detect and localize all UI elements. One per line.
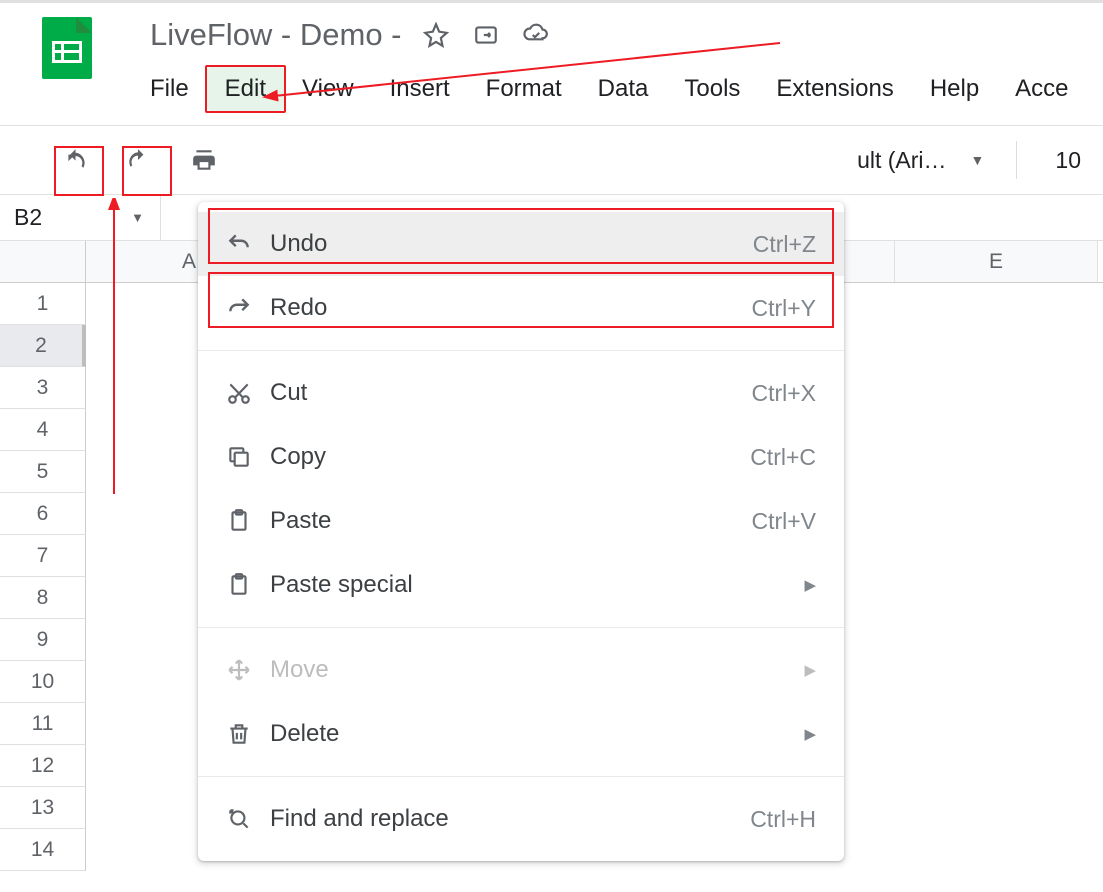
row-header[interactable]: 10 — [0, 661, 86, 703]
row-header[interactable]: 3 — [0, 367, 86, 409]
menu-item-shortcut: Ctrl+C — [750, 444, 816, 471]
delete-icon — [226, 721, 270, 747]
menu-item-copy[interactable]: Copy Ctrl+C — [198, 425, 844, 489]
submenu-arrow-icon: ▶ — [804, 661, 816, 679]
name-box[interactable]: B2 ▼ — [0, 204, 160, 231]
menu-separator — [198, 627, 844, 628]
row-header[interactable]: 6 — [0, 493, 86, 535]
menu-item-shortcut: Ctrl+H — [750, 806, 816, 833]
column-header[interactable]: E — [895, 241, 1098, 282]
menu-edit-label: Edit — [225, 75, 266, 102]
row-header[interactable]: 5 — [0, 451, 86, 493]
menu-accessibility[interactable]: Acce — [997, 67, 1086, 111]
move-icon — [226, 657, 270, 683]
row-header[interactable]: 14 — [0, 829, 86, 871]
menu-help[interactable]: Help — [912, 67, 997, 111]
paste-icon — [226, 508, 270, 534]
sheets-app-icon[interactable] — [42, 17, 92, 79]
select-all-corner[interactable] — [0, 241, 86, 283]
row-header[interactable]: 11 — [0, 703, 86, 745]
row-header[interactable]: 4 — [0, 409, 86, 451]
cut-icon — [226, 380, 270, 406]
submenu-arrow-icon: ▶ — [804, 576, 816, 594]
star-icon[interactable] — [420, 19, 452, 51]
menu-item-shortcut: Ctrl+Y — [751, 295, 816, 322]
redo-icon — [226, 295, 270, 321]
chevron-down-icon[interactable]: ▼ — [957, 152, 999, 168]
menu-separator — [198, 350, 844, 351]
menu-view[interactable]: View — [284, 67, 372, 111]
menu-item-delete[interactable]: Delete ▶ — [198, 702, 844, 766]
move-folder-icon[interactable] — [470, 19, 502, 51]
submenu-arrow-icon: ▶ — [804, 725, 816, 743]
menu-item-redo[interactable]: Redo Ctrl+Y — [198, 276, 844, 340]
row-header[interactable]: 9 — [0, 619, 86, 661]
font-size-input[interactable]: 10 — [1035, 147, 1103, 174]
find-replace-icon — [226, 806, 270, 832]
menu-item-shortcut: Ctrl+V — [751, 508, 816, 535]
cloud-saved-icon[interactable] — [520, 19, 552, 51]
menu-item-move: Move ▶ — [198, 638, 844, 702]
row-header[interactable]: 8 — [0, 577, 86, 619]
row-headers: 1 2 3 4 5 6 7 8 9 10 11 12 13 14 — [0, 241, 86, 871]
menu-item-paste[interactable]: Paste Ctrl+V — [198, 489, 844, 553]
menu-item-label: Cut — [270, 379, 751, 407]
menu-item-shortcut: Ctrl+X — [751, 380, 816, 407]
row-header[interactable]: 13 — [0, 787, 86, 829]
chevron-down-icon[interactable]: ▼ — [131, 210, 144, 225]
row-header[interactable]: 1 — [0, 283, 86, 325]
menu-item-cut[interactable]: Cut Ctrl+X — [198, 361, 844, 425]
toolbar-divider — [1016, 141, 1017, 179]
undo-button[interactable] — [54, 138, 98, 182]
name-box-value: B2 — [14, 204, 42, 231]
menu-item-paste-special[interactable]: Paste special ▶ — [198, 553, 844, 617]
copy-icon — [226, 444, 270, 470]
menu-item-label: Delete — [270, 720, 804, 748]
menu-item-find-replace[interactable]: Find and replace Ctrl+H — [198, 787, 844, 851]
menu-item-label: Redo — [270, 294, 751, 322]
paste-special-icon — [226, 572, 270, 598]
divider — [160, 195, 161, 240]
toolbar: ult (Ari… ▼ 10 — [0, 125, 1103, 195]
menu-file[interactable]: File — [150, 67, 207, 111]
menu-item-label: Paste special — [270, 571, 804, 599]
menu-item-label: Move — [270, 656, 804, 684]
menu-item-undo[interactable]: Undo Ctrl+Z — [198, 212, 844, 276]
redo-button[interactable] — [116, 138, 160, 182]
menu-item-label: Paste — [270, 507, 751, 535]
menu-item-label: Copy — [270, 443, 750, 471]
row-header[interactable]: 2 — [0, 325, 86, 367]
menu-extensions[interactable]: Extensions — [758, 67, 911, 111]
menu-edit[interactable]: Edit — [207, 67, 284, 111]
document-title[interactable]: LiveFlow - Demo - — [150, 17, 402, 53]
menu-insert[interactable]: Insert — [372, 67, 468, 111]
font-selector[interactable]: ult (Ari… — [857, 147, 946, 174]
edit-dropdown-menu: Undo Ctrl+Z Redo Ctrl+Y Cut Ctrl+X Copy … — [198, 202, 844, 861]
menu-format[interactable]: Format — [468, 67, 580, 111]
menu-tools[interactable]: Tools — [666, 67, 758, 111]
undo-icon — [226, 231, 270, 257]
menu-item-label: Undo — [270, 230, 753, 258]
print-button[interactable] — [182, 138, 226, 182]
menu-data[interactable]: Data — [580, 67, 667, 111]
row-header[interactable]: 7 — [0, 535, 86, 577]
menu-bar: File Edit View Insert Format Data Tools … — [150, 67, 1087, 111]
menu-item-shortcut: Ctrl+Z — [753, 231, 816, 258]
menu-separator — [198, 776, 844, 777]
menu-item-label: Find and replace — [270, 805, 750, 833]
row-header[interactable]: 12 — [0, 745, 86, 787]
